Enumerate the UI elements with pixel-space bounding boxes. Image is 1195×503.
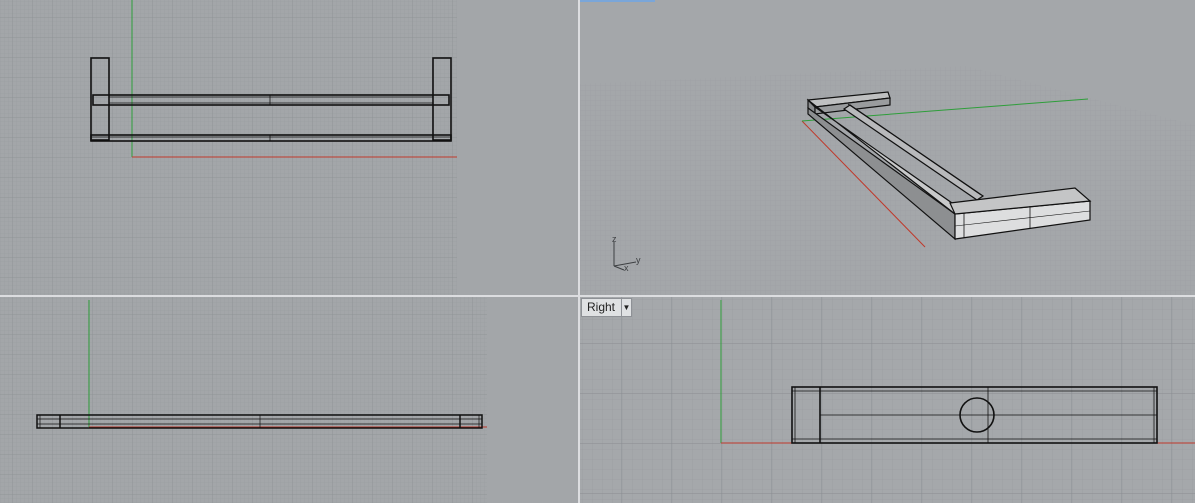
viewport-title[interactable]: Right [582,299,621,316]
active-viewport-indicator [580,0,655,2]
top-view-canvas[interactable] [0,0,578,295]
viewport-menu-dropdown-icon[interactable]: ▼ [621,299,631,316]
axis-gizmo: z y x [606,232,656,280]
gizmo-x-label: x [624,263,629,273]
right-view-canvas[interactable] [580,297,1195,503]
viewport-divider-vertical[interactable] [578,0,580,503]
front-view-canvas[interactable] [0,297,578,503]
gizmo-y-label: y [636,255,641,265]
grid [580,297,1195,503]
viewport-top[interactable] [0,0,578,295]
gizmo-z-label: z [612,234,617,244]
perspective-view-canvas[interactable] [580,0,1195,295]
viewport-perspective[interactable]: z y x [580,0,1195,295]
grid [0,0,457,295]
viewport-label-right[interactable]: Right ▼ [581,298,633,317]
viewport-front[interactable] [0,297,578,503]
viewport-right[interactable]: Right ▼ [580,297,1195,503]
viewport-divider-horizontal[interactable] [0,295,1195,297]
grid [0,297,487,503]
